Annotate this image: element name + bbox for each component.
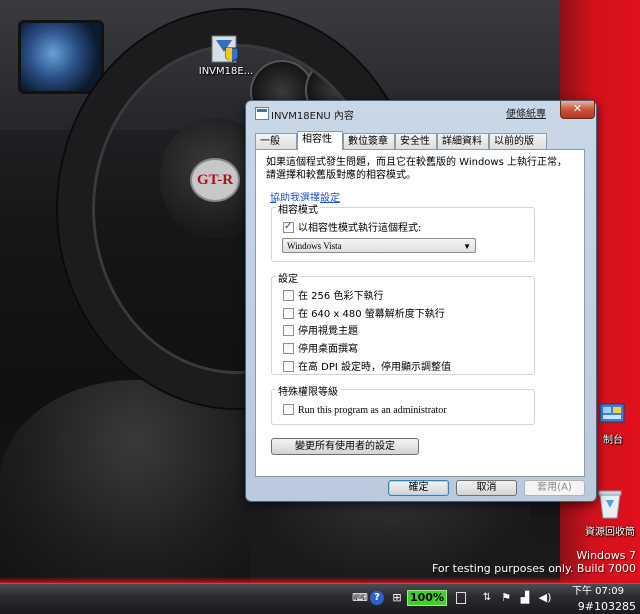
run-as-admin-checkbox[interactable]	[283, 404, 294, 415]
tab-security[interactable]: 安全性	[395, 133, 437, 149]
setting-row[interactable]: 在 256 色彩下執行	[283, 290, 383, 303]
chevron-down-icon: ▼	[463, 242, 471, 251]
setting-checkbox[interactable]	[283, 308, 294, 319]
dashboard-display	[18, 20, 104, 94]
setting-checkbox[interactable]	[283, 290, 294, 301]
build-notice: For testing purposes only. Build 7000	[431, 562, 636, 575]
network-icon[interactable]: ▟	[518, 590, 532, 606]
close-button[interactable]: ✕	[560, 101, 595, 119]
compatibility-mode-label: 以相容性模式執行這個程式:	[298, 223, 422, 234]
tab-digital-signatures[interactable]: 數位簽章	[343, 133, 395, 149]
zoom-indicator[interactable]: 100%	[407, 590, 447, 606]
tab-general[interactable]: 一般	[255, 133, 297, 149]
setting-label: 停用桌面撰寫	[298, 344, 358, 355]
action-center-icon[interactable]: ⚑	[500, 590, 512, 606]
installer-icon	[210, 32, 242, 66]
cancel-button[interactable]: 取消	[456, 480, 517, 496]
settings-group: 設定 在 256 色彩下執行 在 640 x 480 螢幕解析度下執行 停用視覺…	[271, 270, 535, 375]
gtr-logo: GT-R	[190, 158, 240, 202]
privilege-level-title: 特殊權限等級	[276, 383, 340, 398]
change-all-users-button[interactable]: 變更所有使用者的設定	[271, 438, 419, 455]
setting-row[interactable]: 停用桌面撰寫	[283, 343, 358, 356]
ok-button[interactable]: 確定	[388, 480, 449, 496]
ime-icon[interactable]: ⊞	[390, 590, 404, 606]
sticky-notes-label: 便條紙專	[506, 109, 546, 120]
settings-title: 設定	[276, 270, 300, 285]
setting-checkbox[interactable]	[283, 361, 294, 372]
recycle-bin-icon	[598, 490, 622, 519]
run-as-admin-row[interactable]: Run this program as an administrator	[283, 404, 447, 417]
compatibility-mode-group: 相容模式 以相容性模式執行這個程式: Windows Vista ▼	[271, 201, 535, 262]
dialog-titlebar[interactable]: INVM18ENU 內容 便條紙專 ✕	[246, 101, 596, 125]
windows-watermark: Windows 7 For testing purposes only. Bui…	[432, 549, 636, 575]
setting-row[interactable]: 停用視覺主題	[283, 325, 358, 338]
intro-text: 如果這個程式發生問題，而且它在較舊版的 Windows 上執行正常，請選擇和較舊…	[266, 157, 567, 181]
seat-left	[0, 380, 270, 583]
volume-icon[interactable]: ◀)	[538, 590, 552, 606]
show-hidden-icons-icon[interactable]: ⇅	[480, 590, 494, 606]
tab-previous-versions[interactable]: 以前的版本	[489, 133, 547, 163]
setting-label: 在高 DPI 設定時，停用顯示調整值	[298, 362, 452, 373]
setting-row[interactable]: 在 640 x 480 螢幕解析度下執行	[283, 308, 445, 321]
window-icon[interactable]	[456, 592, 466, 604]
clock-time: 下午 07:09	[572, 586, 624, 597]
tab-details[interactable]: 詳細資料	[437, 133, 489, 149]
compatibility-mode-row[interactable]: 以相容性模式執行這個程式:	[283, 220, 422, 235]
keyboard-icon[interactable]: ⌨	[352, 590, 368, 606]
recycle-bin-label: 資源回收筒	[585, 527, 635, 538]
compatibility-mode-checkbox[interactable]	[283, 220, 294, 233]
os-version-value: Windows Vista	[287, 241, 342, 251]
clock-date: 9#103285	[577, 600, 636, 613]
setting-checkbox[interactable]	[283, 325, 294, 336]
apply-button[interactable]: 套用(A)	[524, 480, 585, 496]
clock[interactable]: 下午 07:09	[560, 586, 636, 598]
control-panel-icon	[599, 403, 625, 423]
close-icon: ✕	[572, 102, 583, 115]
help-icon[interactable]: ?	[370, 591, 384, 605]
run-as-admin-label: Run this program as an administrator	[298, 405, 447, 416]
setup-icon-label: INVM18E...	[198, 66, 254, 77]
window-icon	[255, 107, 269, 120]
setting-label: 在 256 色彩下執行	[298, 291, 384, 302]
os-version-select[interactable]: Windows Vista ▼	[282, 238, 476, 253]
setting-row[interactable]: 在高 DPI 設定時，停用顯示調整值	[283, 361, 451, 374]
tab-compatibility[interactable]: 相容性	[297, 131, 343, 150]
privilege-level-group: 特殊權限等級 Run this program as an administra…	[271, 383, 535, 425]
desktop-icon-setup[interactable]: INVM18E...	[196, 32, 256, 77]
dialog-title: INVM18ENU 內容	[271, 111, 354, 122]
setting-checkbox[interactable]	[283, 343, 294, 354]
compatibility-mode-title: 相容模式	[276, 201, 320, 216]
setting-label: 停用視覺主題	[298, 326, 358, 337]
setting-label: 在 640 x 480 螢幕解析度下執行	[298, 309, 445, 320]
taskbar: ⌨ ? ⊞ 100% ⇅ ⚑ ▟ ◀) 下午 07:09	[0, 583, 640, 614]
windows-version: Windows 7	[576, 549, 636, 562]
